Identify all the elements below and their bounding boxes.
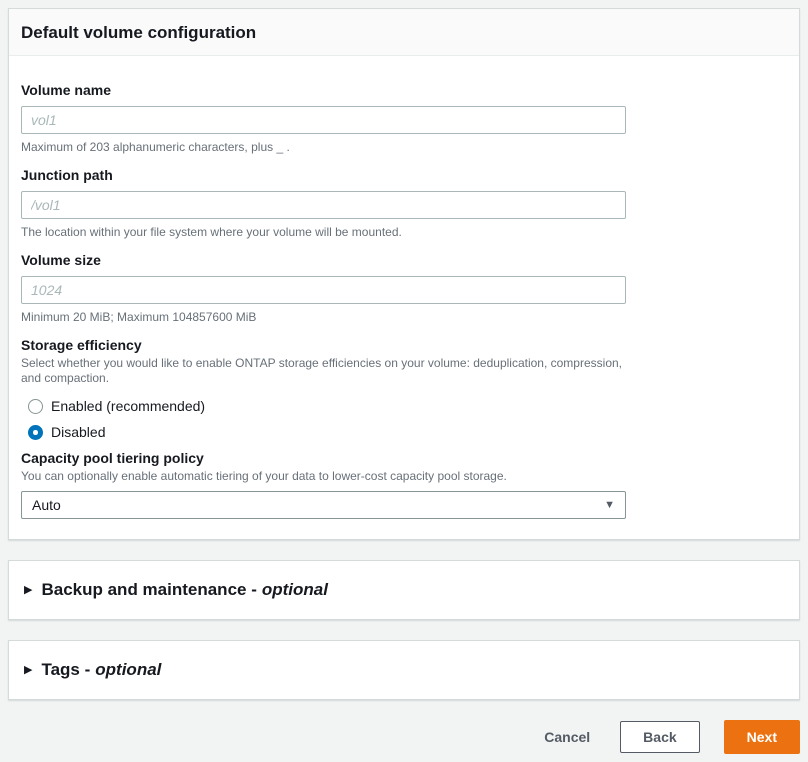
radio-option-disabled-label: Disabled	[51, 424, 105, 440]
section-backup-title: Backup and maintenance -	[41, 580, 256, 600]
next-button[interactable]: Next	[724, 720, 800, 754]
storage-efficiency-group: Storage efficiency Select whether you wo…	[21, 337, 787, 440]
junction-path-group: Junction path The location within your f…	[21, 167, 787, 239]
chevron-right-icon: ▶	[24, 663, 32, 676]
volume-name-input[interactable]	[21, 106, 626, 134]
radio-icon[interactable]	[28, 425, 43, 440]
section-backup-and-maintenance[interactable]: ▶ Backup and maintenance - optional	[8, 560, 800, 620]
cancel-button[interactable]: Cancel	[536, 723, 598, 751]
junction-path-input[interactable]	[21, 191, 626, 219]
card-header: Default volume configuration	[9, 9, 799, 56]
radio-option-enabled[interactable]: Enabled (recommended)	[28, 398, 787, 414]
volume-name-label: Volume name	[21, 82, 787, 98]
junction-path-label: Junction path	[21, 167, 787, 183]
tiering-policy-group: Capacity pool tiering policy You can opt…	[21, 450, 787, 519]
radio-option-disabled[interactable]: Disabled	[28, 424, 787, 440]
default-volume-configuration-card: Default volume configuration Volume name…	[8, 8, 800, 540]
section-tags-optional-suffix: optional	[95, 660, 161, 680]
volume-size-input[interactable]	[21, 276, 626, 304]
junction-path-helper: The location within your file system whe…	[21, 225, 787, 239]
storage-efficiency-radio-group: Enabled (recommended) Disabled	[21, 398, 787, 440]
storage-efficiency-label: Storage efficiency	[21, 337, 787, 353]
radio-icon[interactable]	[28, 399, 43, 414]
section-tags[interactable]: ▶ Tags - optional	[8, 640, 800, 700]
tiering-policy-label: Capacity pool tiering policy	[21, 450, 787, 466]
tiering-policy-selected-value: Auto	[32, 497, 61, 513]
volume-size-group: Volume size Minimum 20 MiB; Maximum 1048…	[21, 252, 787, 324]
volume-size-helper: Minimum 20 MiB; Maximum 104857600 MiB	[21, 310, 787, 324]
tiering-policy-description: You can optionally enable automatic tier…	[21, 469, 633, 484]
card-title: Default volume configuration	[21, 23, 787, 43]
volume-size-label: Volume size	[21, 252, 787, 268]
card-body: Volume name Maximum of 203 alphanumeric …	[9, 56, 799, 539]
page: Default volume configuration Volume name…	[0, 0, 808, 762]
section-backup-optional-suffix: optional	[262, 580, 328, 600]
volume-name-helper: Maximum of 203 alphanumeric characters, …	[21, 140, 787, 154]
section-tags-title: Tags -	[41, 660, 90, 680]
chevron-down-icon: ▼	[604, 499, 615, 511]
storage-efficiency-description: Select whether you would like to enable …	[21, 356, 633, 385]
back-button[interactable]: Back	[620, 721, 699, 753]
radio-option-enabled-label: Enabled (recommended)	[51, 398, 205, 414]
volume-name-group: Volume name Maximum of 203 alphanumeric …	[21, 82, 787, 154]
chevron-right-icon: ▶	[24, 583, 32, 596]
footer-actions: Cancel Back Next	[8, 720, 800, 754]
tiering-policy-select[interactable]: Auto ▼	[21, 491, 626, 519]
